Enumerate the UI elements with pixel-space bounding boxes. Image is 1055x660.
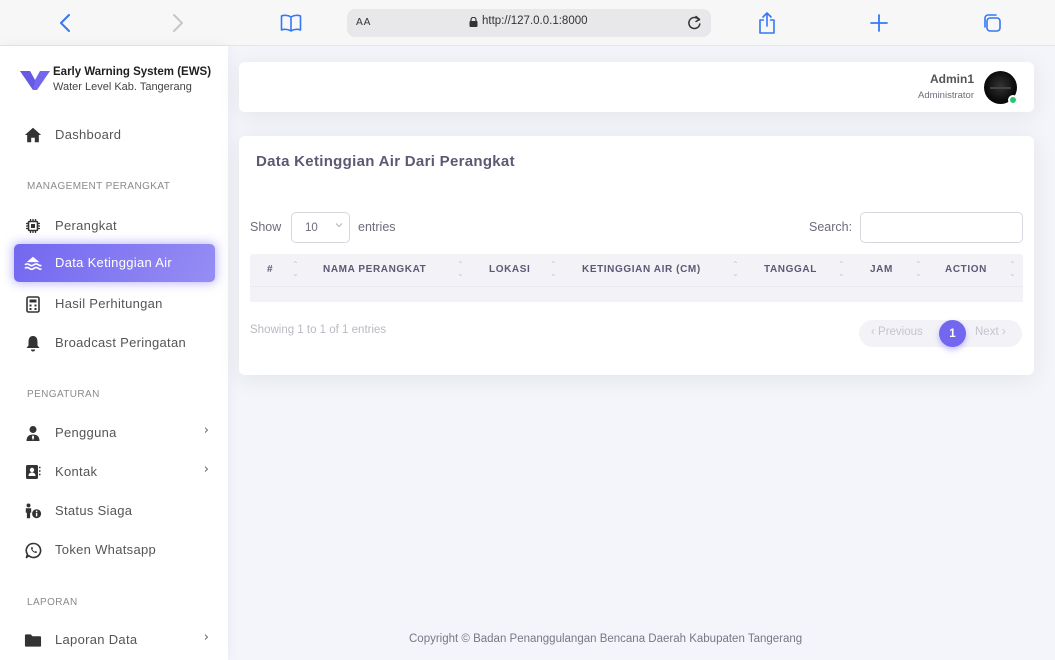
brand[interactable]: Early Warning System (EWS) Water Level K… bbox=[20, 66, 225, 100]
water-icon bbox=[24, 254, 42, 272]
bookmarks-icon[interactable] bbox=[278, 10, 304, 36]
bell-icon bbox=[24, 334, 42, 352]
avatar-image-detail bbox=[990, 87, 1011, 89]
previous-page-button[interactable]: ‹ Previous bbox=[871, 326, 923, 338]
column-header-ketinggian-air[interactable]: KETINGGIAN AIR (CM) ⌃ ⌄ bbox=[565, 254, 747, 286]
chip-icon bbox=[24, 217, 42, 235]
sidebar-item-label: Perangkat bbox=[55, 218, 117, 233]
contact-book-icon bbox=[24, 463, 42, 481]
data-table: # ⌃ ⌄ NAMA PERANGKAT ⌃ ⌄ LOKASI ⌃ ⌄ KETINGG… bbox=[250, 254, 1023, 302]
section-header-laporan: LAPORAN bbox=[27, 597, 78, 608]
section-header-perangkat: MANAGEMENT PERANGKAT bbox=[27, 181, 171, 192]
page-length-select[interactable]: 10 bbox=[291, 212, 350, 243]
chevron-right-icon: › bbox=[203, 423, 209, 438]
users-icon bbox=[24, 424, 42, 442]
sort-icon: ⌃ ⌄ bbox=[550, 260, 557, 278]
reload-icon[interactable] bbox=[686, 14, 703, 31]
brand-subtitle: Water Level Kab. Tangerang bbox=[53, 81, 192, 93]
sidebar-item-label: Data Ketinggian Air bbox=[55, 255, 172, 270]
card-title: Data Ketinggian Air Dari Perangkat bbox=[256, 153, 515, 170]
new-tab-icon[interactable] bbox=[866, 10, 892, 36]
whatsapp-icon bbox=[24, 541, 42, 559]
browser-toolbar: AA http://127.0.0.1:8000 bbox=[0, 0, 1055, 46]
column-header-tanggal[interactable]: TANGGAL ⌃ ⌄ bbox=[747, 254, 853, 286]
chevron-down-icon bbox=[335, 221, 343, 231]
sidebar-item-broadcast-peringatan[interactable]: Broadcast Peringatan bbox=[14, 324, 215, 362]
sidebar-item-dashboard[interactable]: Dashboard bbox=[14, 116, 215, 154]
tabs-overview-icon[interactable] bbox=[979, 10, 1005, 36]
home-icon bbox=[24, 126, 42, 144]
sidebar-item-pengguna[interactable]: Pengguna › bbox=[14, 414, 215, 452]
url-text: http://127.0.0.1:8000 bbox=[482, 15, 588, 27]
page-1-button[interactable]: 1 bbox=[939, 320, 966, 347]
column-header-jam[interactable]: JAM ⌃ ⌄ bbox=[853, 254, 928, 286]
top-navbar: Admin1 Administrator bbox=[239, 62, 1034, 112]
chevron-right-icon: › bbox=[203, 630, 209, 645]
user-name[interactable]: Admin1 bbox=[930, 72, 974, 86]
search-label: Search: bbox=[809, 220, 853, 234]
sidebar-item-laporan-data[interactable]: Laporan Data › bbox=[14, 621, 215, 659]
sidebar-item-label: Broadcast Peringatan bbox=[55, 335, 187, 350]
sort-icon: ⌃ ⌄ bbox=[915, 260, 922, 278]
sort-icon: ⌃ ⌄ bbox=[292, 260, 299, 278]
pagination: ‹ Previous 1 Next › bbox=[859, 320, 1022, 347]
online-status-dot bbox=[1008, 95, 1018, 105]
lock-icon bbox=[469, 17, 478, 27]
column-header-lokasi[interactable]: LOKASI ⌃ ⌄ bbox=[472, 254, 565, 286]
data-card: Data Ketinggian Air Dari Perangkat Show … bbox=[239, 136, 1034, 375]
sidebar-item-status-siaga[interactable]: Status Siaga bbox=[14, 492, 215, 530]
section-header-pengaturan: PENGATURAN bbox=[27, 389, 100, 400]
sidebar-item-label: Hasil Perhitungan bbox=[55, 296, 163, 311]
table-header: # ⌃ ⌄ NAMA PERANGKAT ⌃ ⌄ LOKASI ⌃ ⌄ KETINGG… bbox=[250, 254, 1023, 286]
share-icon[interactable] bbox=[754, 10, 780, 36]
page-length-value: 10 bbox=[305, 222, 318, 234]
sort-icon: ⌃ ⌄ bbox=[457, 260, 464, 278]
sort-icon: ⌃ ⌄ bbox=[838, 260, 845, 278]
show-label: Show bbox=[250, 220, 282, 234]
sidebar-item-label: Status Siaga bbox=[55, 503, 133, 518]
sidebar-item-label: Dashboard bbox=[55, 127, 122, 142]
calculator-icon bbox=[24, 295, 42, 313]
column-header-nama-perangkat[interactable]: NAMA PERANGKAT ⌃ ⌄ bbox=[306, 254, 472, 286]
sidebar-item-kontak[interactable]: Kontak › bbox=[14, 453, 215, 491]
entries-label: entries bbox=[358, 220, 396, 234]
user-role: Administrator bbox=[918, 90, 974, 101]
sidebar-item-label: Laporan Data bbox=[55, 632, 138, 647]
address-bar[interactable]: AA http://127.0.0.1:8000 bbox=[347, 9, 711, 37]
reader-aa-button[interactable]: AA bbox=[356, 17, 371, 28]
sidebar-item-data-ketinggian-air[interactable]: Data Ketinggian Air bbox=[14, 244, 215, 282]
brand-title: Early Warning System (EWS) bbox=[53, 66, 212, 78]
sort-icon: ⌃ ⌄ bbox=[732, 260, 739, 278]
search-input[interactable] bbox=[860, 212, 1023, 243]
table-row bbox=[250, 286, 1023, 302]
forward-icon[interactable] bbox=[165, 10, 191, 36]
brand-logo-icon bbox=[20, 71, 50, 90]
person-info-icon bbox=[24, 502, 42, 520]
sidebar-item-perangkat[interactable]: Perangkat bbox=[14, 207, 215, 245]
next-page-button[interactable]: Next › bbox=[975, 326, 1006, 338]
sidebar-item-token-whatsapp[interactable]: Token Whatsapp bbox=[14, 531, 215, 569]
sidebar-item-label: Pengguna bbox=[55, 425, 117, 440]
folder-icon bbox=[24, 631, 42, 649]
avatar[interactable] bbox=[984, 71, 1018, 105]
column-header-number[interactable]: # ⌃ ⌄ bbox=[250, 254, 306, 286]
back-icon[interactable] bbox=[52, 10, 78, 36]
chevron-right-icon: › bbox=[203, 462, 209, 477]
sidebar-item-label: Token Whatsapp bbox=[55, 542, 157, 557]
sidebar-item-label: Kontak bbox=[55, 464, 98, 479]
sidebar-item-hasil-perhitungan[interactable]: Hasil Perhitungan bbox=[14, 285, 215, 323]
table-info: Showing 1 to 1 of 1 entries bbox=[250, 324, 387, 336]
sort-icon: ⌃ ⌄ bbox=[1009, 260, 1016, 278]
footer-copyright: Copyright © Badan Penanggulangan Bencana… bbox=[409, 633, 803, 645]
column-header-action[interactable]: ACTION ⌃ ⌄ bbox=[928, 254, 1023, 286]
sidebar: Early Warning System (EWS) Water Level K… bbox=[0, 46, 228, 660]
